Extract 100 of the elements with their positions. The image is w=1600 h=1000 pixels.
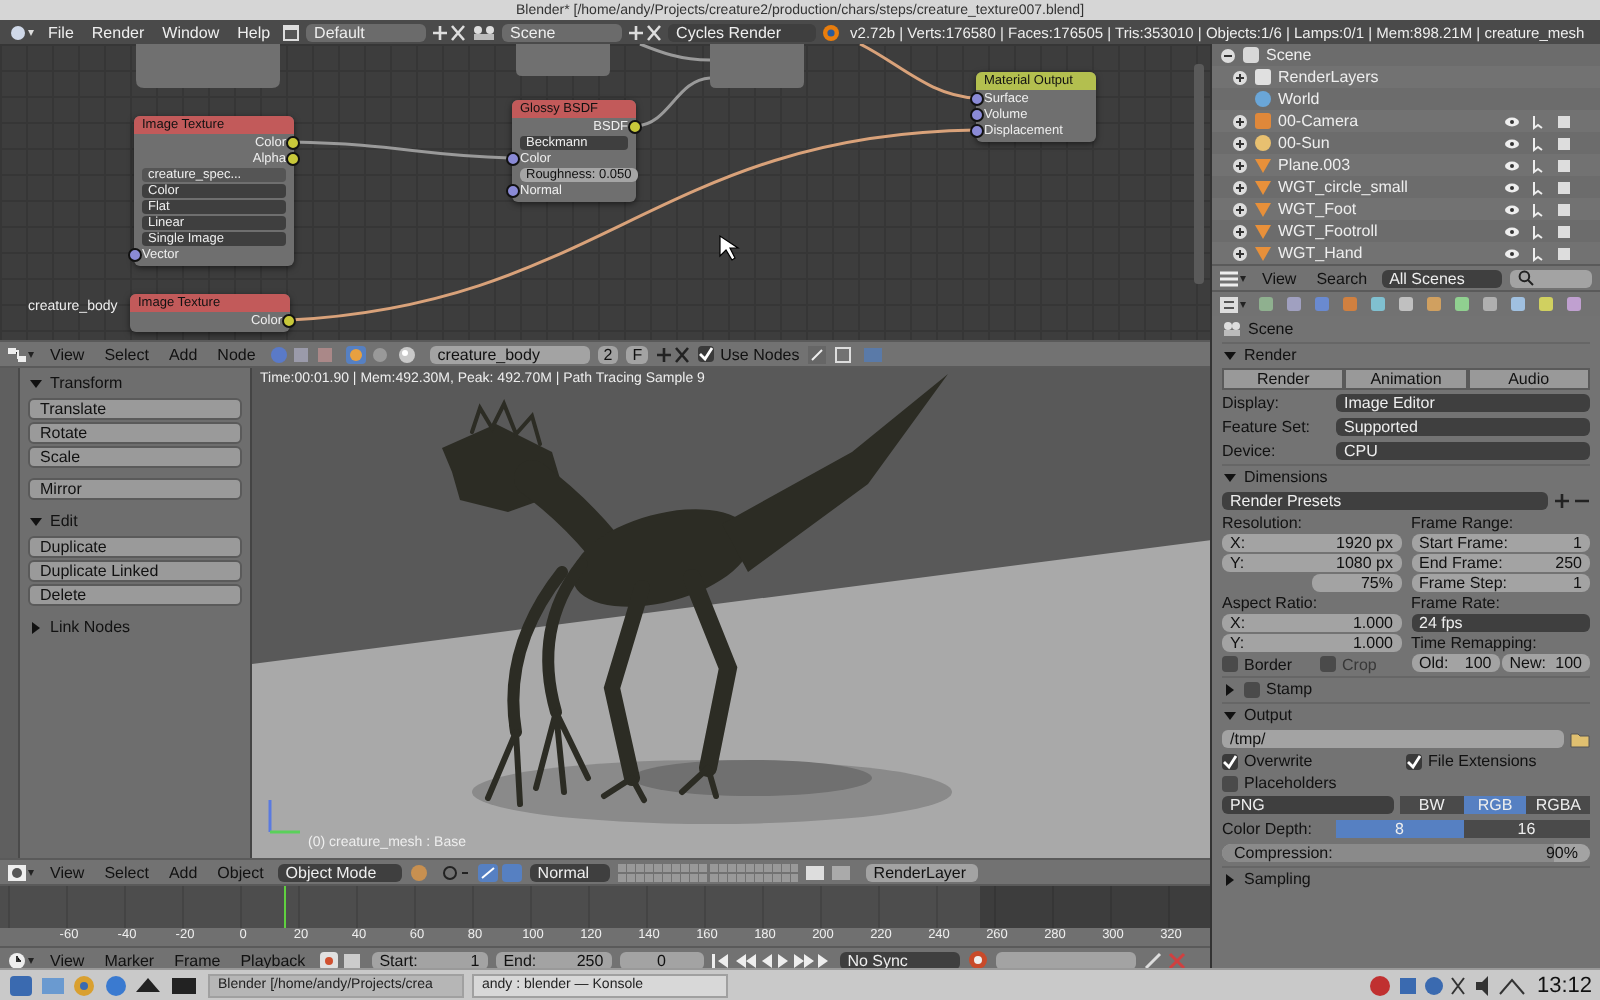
editor-type-icon[interactable] bbox=[1220, 269, 1248, 287]
menu-item[interactable]: Help bbox=[231, 23, 277, 41]
restriction-icons[interactable] bbox=[1504, 179, 1572, 195]
number-field[interactable]: Y: 1.000 bbox=[1222, 634, 1401, 652]
node-socket[interactable] bbox=[506, 152, 520, 166]
render-presets-dropdown[interactable]: Render Presets bbox=[1222, 492, 1548, 510]
panel-title[interactable]: Render bbox=[1244, 346, 1297, 364]
restriction-icons[interactable] bbox=[1504, 245, 1572, 261]
orientation-dropdown[interactable]: Normal bbox=[529, 863, 610, 881]
shader-type-icons[interactable] bbox=[345, 345, 390, 363]
color-mode-toggle[interactable]: BW bbox=[1400, 796, 1464, 814]
folder-icon[interactable] bbox=[1570, 730, 1590, 748]
outliner-item[interactable]: Plane.003 bbox=[1278, 156, 1351, 174]
render-action-button[interactable]: Animation bbox=[1344, 368, 1468, 390]
system-tray-icons[interactable] bbox=[1368, 973, 1529, 997]
output-path-field[interactable]: /tmp/ bbox=[1222, 730, 1564, 748]
color-mode-toggle[interactable]: RGBA bbox=[1526, 796, 1591, 814]
properties-tab[interactable] bbox=[1396, 296, 1416, 312]
setting-dropdown[interactable]: Supported bbox=[1336, 418, 1590, 436]
node-socket[interactable] bbox=[506, 184, 520, 198]
render-layer-field[interactable]: RenderLayer bbox=[865, 863, 978, 881]
checkbox[interactable] bbox=[1244, 681, 1260, 697]
menu-item[interactable]: Search bbox=[1310, 269, 1374, 287]
menu-item[interactable]: Playback bbox=[234, 951, 312, 969]
menu-item[interactable]: View bbox=[44, 863, 91, 881]
checkbox[interactable] bbox=[1222, 775, 1238, 791]
sync-dropdown[interactable]: No Sync bbox=[839, 951, 960, 969]
expand-toggle-icon[interactable] bbox=[1232, 223, 1248, 239]
menu-item[interactable]: Select bbox=[98, 863, 155, 881]
editor-type-icon[interactable] bbox=[8, 863, 36, 881]
properties-tab[interactable] bbox=[1536, 296, 1556, 312]
menu-item[interactable]: Add bbox=[162, 863, 204, 881]
editor-type-icon[interactable] bbox=[8, 345, 36, 363]
shading-pivot-icons[interactable] bbox=[409, 863, 470, 881]
restriction-icons[interactable] bbox=[1504, 223, 1572, 239]
menu-item[interactable]: File bbox=[42, 23, 80, 41]
checkbox[interactable] bbox=[1222, 753, 1238, 769]
keyframe-icons[interactable] bbox=[1143, 951, 1188, 969]
menu-item[interactable]: Select bbox=[98, 345, 155, 363]
tool-button[interactable]: Scale bbox=[28, 446, 242, 468]
menu-item[interactable]: View bbox=[44, 951, 91, 969]
tool-button[interactable]: Mirror bbox=[28, 478, 242, 500]
number-field[interactable]: Y: 1080 px bbox=[1222, 554, 1401, 572]
record-icon[interactable] bbox=[967, 950, 988, 970]
compression-slider[interactable]: Compression: 90% bbox=[1222, 844, 1590, 862]
expand-toggle-icon[interactable] bbox=[1232, 157, 1248, 173]
checkbox[interactable] bbox=[1222, 656, 1238, 672]
panel-title[interactable]: Sampling bbox=[1244, 870, 1311, 888]
menu-item[interactable]: Object bbox=[211, 863, 270, 881]
launcher-icons[interactable] bbox=[8, 973, 200, 997]
checkbox[interactable] bbox=[698, 346, 715, 362]
playback-controls-icon[interactable] bbox=[711, 951, 832, 969]
number-field[interactable]: Start Frame: 1 bbox=[1411, 534, 1590, 552]
scene-field[interactable]: Scene bbox=[502, 23, 623, 41]
properties-tab[interactable] bbox=[1480, 296, 1500, 312]
screen-layout-field[interactable]: Default bbox=[306, 23, 427, 41]
expand-toggle-icon[interactable] bbox=[1232, 245, 1248, 261]
percentage-field[interactable]: 75% bbox=[1311, 574, 1401, 592]
disclosure-triangle-icon[interactable] bbox=[1222, 707, 1238, 723]
panel-title[interactable]: Transform bbox=[50, 374, 123, 392]
outliner-item[interactable]: WGT_circle_small bbox=[1278, 178, 1408, 196]
start-frame-field[interactable]: Start: 1 bbox=[371, 951, 488, 969]
expand-toggle-icon[interactable] bbox=[1232, 201, 1248, 217]
screen-layout-icon[interactable] bbox=[282, 23, 301, 41]
outliner-item[interactable]: WGT_Hand bbox=[1278, 244, 1363, 262]
render-engine-dropdown[interactable]: Cycles Render bbox=[668, 23, 817, 41]
color-mode-toggle[interactable]: RGB bbox=[1463, 796, 1527, 814]
tool-button[interactable]: Rotate bbox=[28, 422, 242, 444]
frame-rate-dropdown[interactable]: 24 fps bbox=[1411, 614, 1590, 632]
number-field[interactable]: End Frame: 250 bbox=[1411, 554, 1590, 572]
node-tree-type-icons[interactable] bbox=[269, 345, 338, 363]
render-action-button[interactable]: Render bbox=[1222, 368, 1345, 390]
restriction-icons[interactable] bbox=[1504, 201, 1572, 217]
tool-button[interactable]: Duplicate bbox=[28, 536, 242, 558]
expand-toggle-icon[interactable] bbox=[1232, 179, 1248, 195]
number-field[interactable]: Old: 100 bbox=[1411, 654, 1500, 672]
outliner-item[interactable]: WGT_Footroll bbox=[1278, 222, 1378, 240]
current-frame-field[interactable]: 0 bbox=[619, 951, 704, 969]
end-frame-field[interactable]: End: 250 bbox=[495, 951, 612, 969]
menu-item[interactable]: Frame bbox=[168, 951, 227, 969]
mode-dropdown[interactable]: Object Mode bbox=[277, 863, 402, 881]
node-socket[interactable] bbox=[128, 248, 142, 262]
restriction-icons[interactable] bbox=[1504, 113, 1572, 129]
restriction-icons[interactable] bbox=[1504, 157, 1572, 173]
number-field[interactable]: Frame Step: 1 bbox=[1411, 574, 1590, 592]
editor-type-icon[interactable] bbox=[1220, 295, 1248, 313]
menu-item[interactable]: Window bbox=[156, 23, 226, 41]
disclosure-triangle-icon[interactable] bbox=[28, 513, 44, 529]
fake-user-toggle[interactable]: F bbox=[626, 345, 649, 363]
restriction-icons[interactable] bbox=[1504, 135, 1572, 151]
search-field[interactable] bbox=[1509, 269, 1592, 287]
panel-title[interactable]: Edit bbox=[50, 512, 78, 530]
disclosure-triangle-icon[interactable] bbox=[1222, 681, 1238, 697]
menu-item[interactable]: Render bbox=[85, 23, 151, 41]
color-depth-toggle[interactable]: 16 bbox=[1463, 820, 1590, 838]
material-name-field[interactable]: creature_body bbox=[429, 345, 590, 363]
menu-item[interactable]: Marker bbox=[98, 951, 161, 969]
node-socket[interactable] bbox=[282, 314, 296, 328]
node-socket[interactable] bbox=[628, 120, 642, 134]
panel-title[interactable]: Dimensions bbox=[1244, 468, 1328, 486]
